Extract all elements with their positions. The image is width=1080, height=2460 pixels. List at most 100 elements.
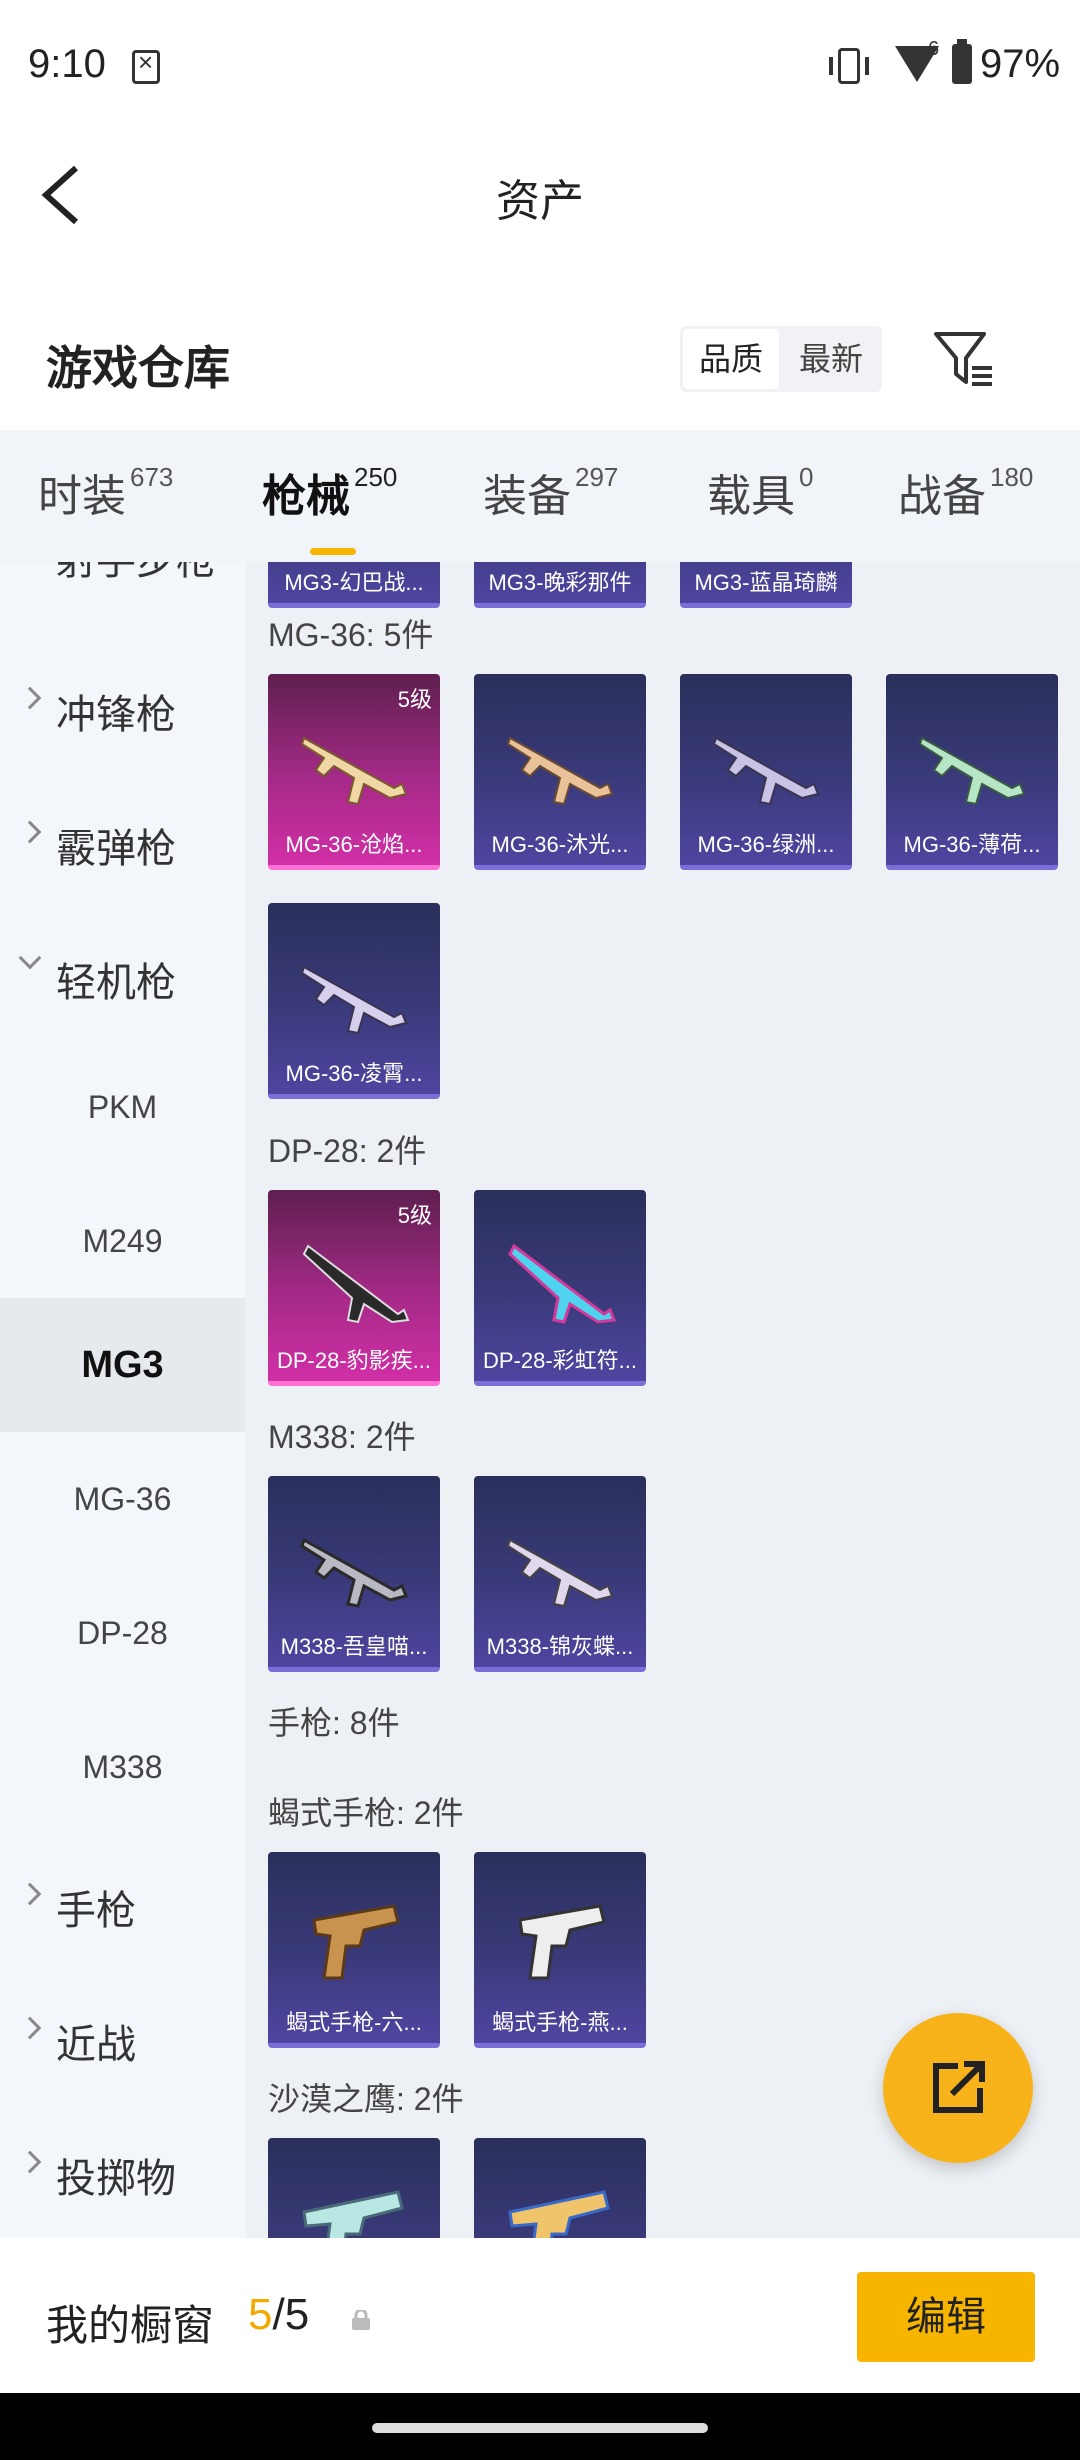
- showcase-total: 5: [284, 2290, 310, 2339]
- weapon-card[interactable]: MG-36-薄荷...: [886, 674, 1058, 870]
- sort-quality-button[interactable]: 品质: [683, 329, 779, 389]
- sidebar-item-pistol[interactable]: 手枪: [0, 1834, 245, 1968]
- showcase-current: 5: [248, 2290, 273, 2339]
- sidebar-item-smg[interactable]: 冲锋枪: [0, 638, 245, 772]
- edit-button[interactable]: 编辑: [857, 2272, 1035, 2362]
- header: 资产: [0, 135, 1080, 255]
- filter-button[interactable]: [930, 326, 996, 392]
- status-time: 9:10: [28, 42, 106, 86]
- weapon-card[interactable]: MG3-晚彩那件: [474, 562, 646, 608]
- weapon-card[interactable]: M338-锦灰蝶...: [474, 1476, 646, 1672]
- sidebar-item-label: 冲锋枪: [56, 693, 176, 737]
- sidebar-item-marksman[interactable]: 射手步枪: [0, 562, 245, 618]
- weapon-card-name: DP-28-豹影疾...: [276, 1348, 432, 1373]
- sidebar-sub-m338[interactable]: M338: [0, 1700, 245, 1834]
- weapon-card[interactable]: MG-36-绿洲...: [680, 674, 852, 870]
- sidebar-sub-pkm[interactable]: PKM: [0, 1040, 245, 1174]
- weapon-card[interactable]: [268, 2138, 440, 2238]
- weapon-card[interactable]: [474, 2138, 646, 2238]
- tab-count: 0: [799, 462, 814, 492]
- weapon-card[interactable]: 5级 DP-28-豹影疾...: [268, 1190, 440, 1386]
- chevron-right-icon: [18, 820, 42, 844]
- weapon-card[interactable]: M338-吾皇喵...: [268, 1476, 440, 1672]
- tab-firearms[interactable]: 枪械 250: [262, 460, 397, 530]
- weapon-card[interactable]: DP-28-彩虹符...: [474, 1190, 646, 1386]
- weapon-card[interactable]: MG3-蓝晶琦麟: [680, 562, 852, 608]
- lock-icon: [352, 2310, 370, 2330]
- weapon-card[interactable]: 5级 MG-36-沧焰...: [268, 674, 440, 870]
- battery-icon: [952, 39, 972, 84]
- tab-label: 枪械: [262, 472, 350, 521]
- filter-icon: [934, 332, 992, 386]
- tab-count: 297: [575, 462, 619, 492]
- section-title: 手枪: 8件: [268, 1705, 400, 1741]
- weapon-card-name: MG-36-薄荷...: [903, 832, 1041, 857]
- sidebar-item-lmg[interactable]: 轻机枪: [0, 906, 245, 1040]
- section-title: M338: 2件: [268, 1419, 416, 1455]
- tab-fashion[interactable]: 时装 673: [38, 460, 173, 530]
- weapon-card[interactable]: MG-36-凌霄...: [268, 903, 440, 1099]
- weapon-card-name: MG-36-沧焰...: [285, 832, 423, 857]
- rifle-icon: [918, 736, 1026, 806]
- pistol-icon: [312, 1904, 400, 1980]
- rifle-icon: [712, 736, 820, 806]
- sidebar-item-label: 霰弹枪: [56, 827, 176, 871]
- category-tabs: 时装 673 枪械 250 装备 297 载具 0 战备 180: [0, 430, 1080, 562]
- rifle-icon: [300, 736, 408, 806]
- chevron-right-icon: [18, 2016, 42, 2040]
- share-icon: [933, 2061, 985, 2113]
- section-title: DP-28: 2件: [268, 1133, 427, 1169]
- tab-equipment[interactable]: 装备 297: [483, 460, 618, 530]
- weapon-card[interactable]: MG3-幻巴战...: [268, 562, 440, 608]
- weapon-card-name: DP-28-彩虹符...: [482, 1348, 638, 1373]
- sidebar-sub-m249[interactable]: M249: [0, 1174, 245, 1308]
- sidebar-sub-mg36[interactable]: MG-36: [0, 1432, 245, 1566]
- tab-count: 180: [990, 462, 1034, 492]
- pistol-icon: [302, 2190, 404, 2238]
- home-indicator[interactable]: [372, 2423, 708, 2433]
- weapon-card-name: MG3-蓝晶琦麟: [694, 570, 838, 595]
- weapon-card-name: M338-锦灰蝶...: [486, 1634, 634, 1659]
- rifle-icon: [506, 1538, 614, 1608]
- showcase-bar: 我的橱窗 5/5 编辑: [0, 2238, 1080, 2393]
- warehouse-row: 游戏仓库 品质 最新: [0, 300, 1080, 430]
- sidebar-item-throwable[interactable]: 投掷物: [0, 2102, 245, 2236]
- section-title: MG-36: 5件: [268, 617, 434, 653]
- pistol-icon: [508, 2190, 610, 2238]
- sidebar-item-melee[interactable]: 近战: [0, 1968, 245, 2102]
- showcase-count: 5/5: [248, 2290, 309, 2340]
- rifle-icon: [302, 1244, 410, 1324]
- sidebar-item-label: 投掷物: [56, 2157, 176, 2201]
- weapon-card-name: MG-36-凌霄...: [285, 1061, 423, 1086]
- no-sim-icon: [132, 47, 160, 84]
- weapon-card-name: 蝎式手枪-六...: [286, 2010, 422, 2035]
- status-bar: 9:10 6 97%: [0, 0, 1080, 135]
- chevron-right-icon: [18, 2150, 42, 2174]
- section-title: 蝎式手枪: 2件: [268, 1795, 464, 1831]
- tab-supplies[interactable]: 战备 180: [898, 460, 1033, 530]
- rifle-icon: [300, 1537, 409, 1608]
- signal-label: 6: [928, 38, 940, 60]
- sidebar-sub-mg3[interactable]: MG3: [0, 1298, 245, 1432]
- showcase-label: 我的橱窗: [46, 2302, 215, 2349]
- chevron-right-icon: [18, 686, 42, 710]
- sidebar-sub-dp28[interactable]: DP-28: [0, 1566, 245, 1700]
- sidebar-item-label: 射手步枪: [56, 562, 216, 586]
- weapon-card[interactable]: 蝎式手枪-燕...: [474, 1852, 646, 2048]
- vibrate-icon: [829, 48, 869, 84]
- share-button[interactable]: [883, 2013, 1033, 2163]
- sidebar-item-shotgun[interactable]: 霰弹枪: [0, 772, 245, 906]
- tab-count: 673: [130, 462, 174, 492]
- system-nav-bar: [0, 2393, 1080, 2460]
- weapon-type-sidebar: 射手步枪 冲锋枪 霰弹枪 轻机枪 PKM M249 MG3 MG-36 DP-2…: [0, 562, 245, 2238]
- section-title: 沙漠之鹰: 2件: [268, 2081, 464, 2117]
- sidebar-item-label: 近战: [56, 2023, 136, 2067]
- weapon-card[interactable]: MG-36-沐光...: [474, 674, 646, 870]
- sort-newest-button[interactable]: 最新: [783, 329, 879, 389]
- tab-vehicles[interactable]: 载具 0: [707, 460, 813, 530]
- sidebar-item-label: 手枪: [56, 1889, 136, 1933]
- sidebar-item-label: 轻机枪: [56, 961, 176, 1005]
- weapon-card[interactable]: 蝎式手枪-六...: [268, 1852, 440, 2048]
- rifle-icon: [300, 965, 408, 1035]
- page-title: 资产: [496, 177, 584, 226]
